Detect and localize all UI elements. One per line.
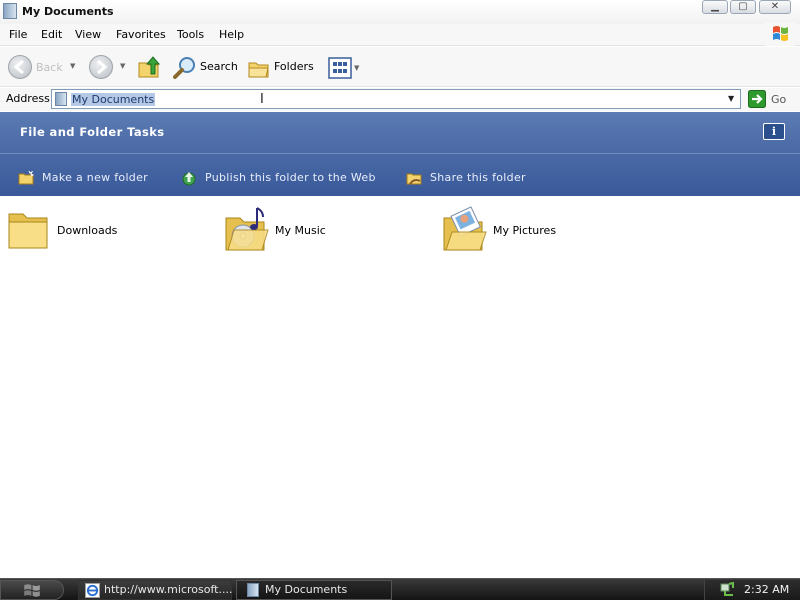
views-dropdown-icon: ▼ <box>354 64 360 72</box>
up-folder-icon[interactable] <box>136 54 162 80</box>
music-folder-icon <box>225 207 269 251</box>
go-button[interactable]: Go <box>748 90 796 108</box>
minimize-button[interactable]: ▁ <box>702 0 728 14</box>
task-label: Share this folder <box>430 171 526 184</box>
menu-favorites[interactable]: Favorites <box>116 28 166 41</box>
search-label: Search <box>200 60 238 73</box>
address-dropdown-icon[interactable]: ▼ <box>728 94 734 103</box>
close-button[interactable]: ✕ <box>759 0 791 14</box>
menu-help[interactable]: Help <box>219 28 244 41</box>
task-publish-folder-web[interactable]: Publish this folder to the Web <box>181 169 381 187</box>
new-folder-icon <box>18 171 34 185</box>
toolbar: Back ▼ ▼ Search Folders ▼ <box>0 47 800 87</box>
menu-edit[interactable]: Edit <box>41 28 62 41</box>
forward-button[interactable] <box>89 55 113 79</box>
back-dropdown-icon[interactable]: ▼ <box>70 62 75 70</box>
windows-logo-icon <box>765 22 795 46</box>
start-button[interactable] <box>0 580 64 600</box>
back-button[interactable]: Back <box>8 55 68 81</box>
start-windows-logo-icon <box>24 584 40 597</box>
menu-bar: File Edit View Favorites Tools Help <box>0 24 800 46</box>
maximize-button[interactable]: ▢ <box>730 0 756 14</box>
folder-label: Downloads <box>57 224 118 237</box>
pictures-folder-icon <box>443 206 487 251</box>
taskbar-item-browser[interactable]: http://www.microsoft.... <box>78 580 232 600</box>
forward-dropdown-icon[interactable]: ▼ <box>120 62 125 70</box>
publish-web-icon <box>182 172 196 186</box>
back-label: Back <box>36 61 63 74</box>
address-label: Address <box>6 92 50 105</box>
address-bar: Address My Documents I ▼ Go <box>0 88 800 111</box>
menu-view[interactable]: View <box>75 28 101 41</box>
internet-explorer-icon <box>85 583 100 598</box>
search-magnifier-icon <box>173 57 195 79</box>
system-tray: 2:32 AM <box>704 580 800 600</box>
tasks-divider <box>0 153 800 154</box>
menu-file[interactable]: File <box>9 28 27 41</box>
menu-tools[interactable]: Tools <box>177 28 204 41</box>
taskbar-item-label: http://www.microsoft.... <box>104 583 233 596</box>
info-icon[interactable]: i <box>763 123 785 140</box>
views-button[interactable]: ▼ <box>328 57 362 79</box>
taskbar: http://www.microsoft.... My Documents 2:… <box>0 578 800 600</box>
share-folder-icon <box>406 173 422 185</box>
file-folder-tasks-pane: File and Folder Tasks i Make a new folde… <box>0 112 800 196</box>
network-tray-icon[interactable] <box>719 582 735 597</box>
folder-downloads[interactable]: Downloads <box>6 206 136 256</box>
go-arrow-icon <box>748 90 766 108</box>
text-cursor-icon: I <box>260 92 264 107</box>
folders-label: Folders <box>274 60 314 73</box>
go-label: Go <box>771 93 787 106</box>
views-grid-icon <box>328 57 352 79</box>
address-value: My Documents <box>71 93 156 106</box>
taskbar-item-my-documents[interactable]: My Documents <box>236 580 392 600</box>
task-label: Publish this folder to the Web <box>205 171 376 184</box>
folder-label: My Pictures <box>493 224 557 237</box>
my-documents-taskbar-icon <box>247 583 259 597</box>
title-bar[interactable]: My Documents ▁ ▢ ✕ <box>0 0 800 24</box>
tasks-title: File and Folder Tasks <box>20 125 165 139</box>
task-share-folder[interactable]: Share this folder <box>406 169 536 187</box>
my-documents-window-icon <box>3 3 17 19</box>
folder-my-pictures[interactable]: My Pictures <box>441 206 581 256</box>
taskbar-item-label: My Documents <box>265 583 348 596</box>
address-field[interactable]: My Documents I ▼ <box>51 89 741 109</box>
task-make-new-folder[interactable]: Make a new folder <box>18 169 158 187</box>
forward-arrow-icon <box>97 59 108 75</box>
task-label: Make a new folder <box>42 171 148 184</box>
folder-my-music[interactable]: My Music <box>223 206 363 256</box>
my-documents-address-icon <box>55 92 67 106</box>
back-arrow-icon <box>8 55 32 79</box>
folders-icon <box>248 62 269 78</box>
folder-label: My Music <box>275 224 326 237</box>
search-button[interactable]: Search <box>172 55 240 81</box>
window-title: My Documents <box>22 5 114 18</box>
folders-button[interactable]: Folders <box>247 55 317 81</box>
clock[interactable]: 2:32 AM <box>744 583 789 596</box>
folder-icon <box>8 213 48 249</box>
